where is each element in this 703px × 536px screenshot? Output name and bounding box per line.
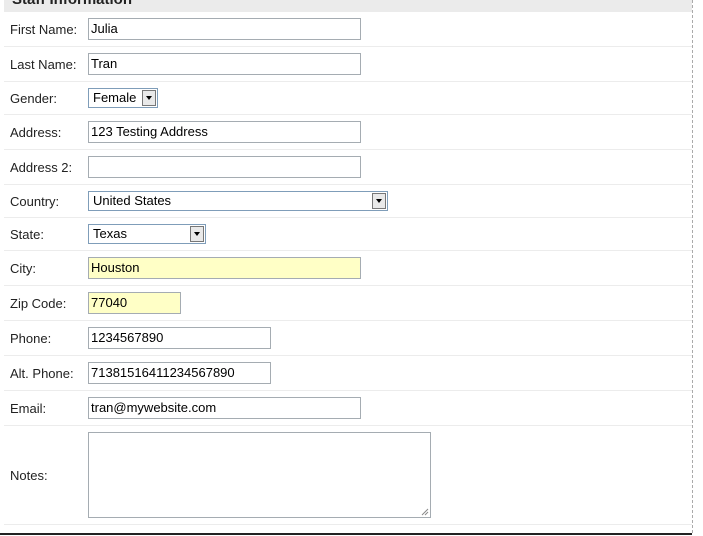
chevron-down-icon[interactable] bbox=[190, 226, 204, 242]
state-label: State: bbox=[10, 227, 44, 242]
first-name-label: First Name: bbox=[10, 22, 78, 37]
address-input[interactable]: 123 Testing Address bbox=[88, 121, 361, 143]
alt-phone-input[interactable]: 71381516411234567890 bbox=[88, 362, 271, 384]
zip-label: Zip Code: bbox=[10, 296, 67, 311]
form-row-address: Address: 123 Testing Address bbox=[4, 115, 692, 150]
chevron-down-icon[interactable] bbox=[372, 193, 386, 209]
phone-input[interactable]: 1234567890 bbox=[88, 327, 271, 349]
form-row-phone: Phone: 1234567890 bbox=[4, 321, 692, 356]
form-row-city: City: Houston bbox=[4, 251, 692, 286]
chevron-down-icon[interactable] bbox=[142, 90, 156, 106]
country-label: Country: bbox=[10, 194, 60, 209]
city-input[interactable]: Houston bbox=[88, 257, 361, 279]
form-row-zip: Zip Code: 77040 bbox=[4, 286, 692, 321]
bottom-border bbox=[0, 533, 692, 535]
email-input[interactable]: tran@mywebsite.com bbox=[88, 397, 361, 419]
resize-grip-icon[interactable] bbox=[421, 508, 429, 516]
staff-information-panel: Staff Information First Name: Julia Last… bbox=[0, 0, 693, 533]
form-row-alt-phone: Alt. Phone: 71381516411234567890 bbox=[4, 356, 692, 391]
form-row-last-name: Last Name: Tran bbox=[4, 47, 692, 82]
section-title: Staff Information bbox=[4, 0, 692, 12]
form-row-notes: Notes: bbox=[4, 426, 692, 525]
alt-phone-label: Alt. Phone: bbox=[10, 366, 74, 381]
country-selected-value: United States bbox=[93, 193, 172, 208]
address2-input[interactable] bbox=[88, 156, 361, 178]
gender-select[interactable]: Female bbox=[88, 88, 158, 108]
form-row-country: Country: United States bbox=[4, 185, 692, 218]
form-row-address2: Address 2: bbox=[4, 150, 692, 185]
notes-label: Notes: bbox=[10, 468, 48, 483]
form-row-state: State: Texas bbox=[4, 218, 692, 251]
gender-selected-value: Female bbox=[93, 90, 137, 105]
zip-input[interactable]: 77040 bbox=[88, 292, 181, 314]
first-name-input[interactable]: Julia bbox=[88, 18, 361, 40]
last-name-label: Last Name: bbox=[10, 57, 77, 72]
city-label: City: bbox=[10, 261, 36, 276]
email-label: Email: bbox=[10, 401, 47, 416]
address2-label: Address 2: bbox=[10, 160, 73, 175]
last-name-input[interactable]: Tran bbox=[88, 53, 361, 75]
state-selected-value: Texas bbox=[93, 226, 127, 241]
gender-label: Gender: bbox=[10, 91, 57, 106]
form-row-first-name: First Name: Julia bbox=[4, 12, 692, 47]
state-select[interactable]: Texas bbox=[88, 224, 206, 244]
address-label: Address: bbox=[10, 125, 62, 140]
phone-label: Phone: bbox=[10, 331, 52, 346]
country-select[interactable]: United States bbox=[88, 191, 388, 211]
notes-textarea[interactable] bbox=[88, 432, 431, 518]
form-row-email: Email: tran@mywebsite.com bbox=[4, 391, 692, 426]
form-row-gender: Gender: Female bbox=[4, 82, 692, 115]
